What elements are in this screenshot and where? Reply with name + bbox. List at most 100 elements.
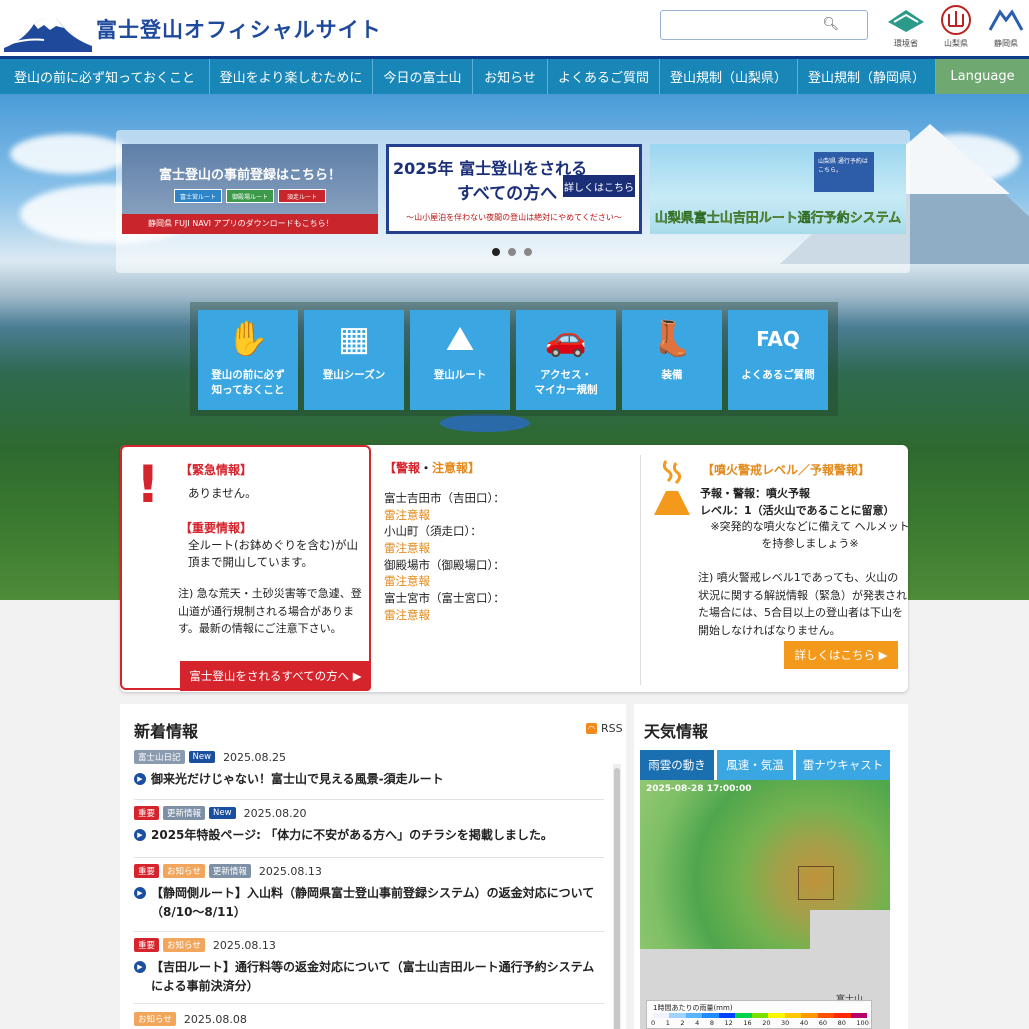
nav-item-before-climbing[interactable]: 登山の前に必ず知っておくこと (0, 59, 210, 94)
route-fujinomiya-button[interactable]: 富士宮ルート (174, 189, 222, 203)
fujinavi-app-bar[interactable]: 静岡県 FUJI NAVI アプリのダウンロードもこちら！ (122, 214, 378, 234)
tile-label: 装備 (661, 369, 683, 381)
legend-swatch (801, 1013, 818, 1018)
news-date: 2025.08.25 (223, 750, 287, 764)
search-icon[interactable]: 🔍︎ (822, 17, 839, 32)
banner-preregistration[interactable]: 富士登山の事前登録はこちら！ 富士宮ルート 御殿場ルート 須走ルート 静岡県 F… (122, 144, 378, 234)
carousel-dot-1[interactable] (492, 248, 500, 256)
language-button[interactable]: Language (936, 59, 1029, 94)
tile-season[interactable]: ▦ 登山シーズン (304, 310, 404, 410)
news-item[interactable]: お知らせ 2025.08.08 (134, 1012, 604, 1029)
warning-place: 富士宮市（富士宮口）： (384, 591, 505, 606)
tile-equipment[interactable]: 👢 装備 (622, 310, 722, 410)
tile-label: よくあるご質問 (741, 369, 815, 381)
tile-routes[interactable]: ⛰ 登山ルート (410, 310, 510, 410)
tile-faq[interactable]: FAQ よくあるご質問 (728, 310, 828, 410)
fuji-logo[interactable] (4, 10, 92, 52)
news-headline[interactable]: 【吉田ルート】通行料等の返金対応について（富士山吉田ルート通行予約システムによる… (151, 958, 604, 995)
main-nav: 登山の前に必ず知っておくこと 登山をより楽しむために 今日の富士山 お知らせ よ… (0, 56, 1029, 94)
calendar-icon: ▦ (337, 319, 371, 359)
carousel-dot-3[interactable] (524, 248, 532, 256)
legend-value: 1 (665, 1019, 670, 1027)
volcano-level: レベル：1（活火山であることに留意） (700, 504, 895, 517)
quick-links-panel: ✋ 登山の前に必ず 知っておくこと ▦ 登山シーズン ⛰ 登山ルート 🚗 アクセ… (190, 302, 838, 416)
news-scrollbar[interactable] (613, 764, 621, 1029)
divider (640, 455, 641, 685)
nav-item-faq[interactable]: よくあるご質問 (548, 59, 660, 94)
legend-value: 0 (651, 1019, 656, 1027)
scrollbar-thumb[interactable] (614, 768, 620, 1029)
nav-item-news[interactable]: お知らせ (473, 59, 548, 94)
nav-item-today[interactable]: 今日の富士山 (373, 59, 473, 94)
news-item[interactable]: 富士山日記 New 2025.08.25 ▶ 御来光だけじゃない！富士山で見える風… (134, 750, 604, 800)
legend-value: 30 (781, 1019, 790, 1027)
banner-all-climbers[interactable]: 2025年 富士登山をされる すべての方へ 詳しくはこちら ～山小屋泊を伴わない… (386, 144, 642, 234)
map-timestamp: 2025-08-28 17:00:00 (646, 784, 752, 794)
legend-value: 100 (856, 1019, 869, 1027)
nav-item-yamanashi-rules[interactable]: 登山規制（山梨県） (660, 59, 798, 94)
rain-radar-map[interactable]: 2025-08-28 17:00:00 富士山 1時間あたりの雨量(mm) 01… (640, 780, 890, 1029)
all-climbers-button[interactable]: 富士登山をされるすべての方へ ▶ (180, 661, 371, 691)
yamanashi-label: 山梨県 (944, 39, 968, 48)
important-text: 全ルート(お鉢めぐりを含む)が山頂まで開山しています。 (188, 538, 358, 570)
warnings-list: 富士吉田市（吉田口）： 雷注意報 小山町（須走口）： 雷注意報 御殿場市（御殿場… (384, 490, 634, 623)
banner-yoshida-reservation[interactable]: 山梨県 通行予約はこちら。 山梨県富士山吉田ルート通行予約システム (650, 144, 906, 234)
volcano-details-button[interactable]: 詳しくはこちら ▶ (784, 641, 898, 669)
banner-all-climbers-note: ～山小屋泊を伴わない夜間の登山は絶対にやめてください～ (406, 213, 622, 222)
news-date: 2025.08.20 (243, 806, 307, 820)
faq-icon: FAQ (756, 327, 800, 351)
tag-important: 重要 (134, 938, 160, 952)
news-headline[interactable]: 2025年特設ページ: 「体力に不安がある方へ」のチラシを掲載しました。 (151, 826, 553, 845)
tag-important: 重要 (134, 864, 160, 878)
news-item[interactable]: 重要 更新情報 New 2025.08.20 ▶ 2025年特設ページ: 「体力に… (134, 806, 604, 858)
rss-link[interactable]: ◠ RSS (586, 722, 623, 735)
banner-all-climbers-line2: すべての方へ (457, 184, 558, 204)
news-item[interactable]: 重要 お知らせ 2025.08.13 ▶ 【吉田ルート】通行料等の返金対応について… (134, 938, 604, 1004)
tab-rain-clouds[interactable]: 雨雲の動き (640, 750, 714, 780)
tag-update: 更新情報 (208, 864, 251, 878)
news-title: 新着情報 (134, 722, 199, 741)
tile-access[interactable]: 🚗 アクセス・ マイカー規制 (516, 310, 616, 410)
tab-thunder-nowcast[interactable]: 雷ナウキャスト (796, 750, 890, 780)
route-subashiri-button[interactable]: 須走ルート (278, 189, 326, 203)
tag-important: 重要 (134, 806, 160, 820)
banner-details-button[interactable]: 詳しくはこちら (563, 175, 635, 197)
warning-place: 御殿場市（御殿場口）： (384, 557, 505, 572)
tab-wind-temp[interactable]: 風速・気温 (717, 750, 793, 780)
legend-swatch (817, 1013, 835, 1018)
tag-update: 更新情報 (163, 806, 206, 820)
banner-preregistration-title: 富士登山の事前登録はこちら！ (158, 168, 341, 183)
yamanashi-logo[interactable]: 山梨県 (934, 4, 978, 50)
site-title[interactable]: 富士登山オフィシャルサイト (96, 14, 382, 44)
news-item[interactable]: 重要 お知らせ 更新情報 2025.08.13 ▶ 【静岡側ルート】入山料（静岡県… (134, 864, 604, 932)
legend-value: 20 (762, 1019, 771, 1027)
play-icon: ▶ (134, 773, 146, 785)
legend-value: 8 (709, 1019, 714, 1027)
nav-item-shizuoka-rules[interactable]: 登山規制（静岡県） (798, 59, 936, 94)
tile-label: 登山シーズン (322, 369, 386, 381)
shizuoka-logo[interactable]: 静岡県 (984, 4, 1028, 50)
car-icon: 🚗 (544, 319, 588, 359)
hat-boot-icon: 👢 (650, 319, 694, 359)
news-headline[interactable]: 御来光だけじゃない！富士山で見える風景-須走ルート (151, 770, 444, 789)
legend-color-scale (653, 1013, 868, 1018)
tile-label: アクセス・ マイカー規制 (534, 369, 598, 397)
banner-carousel: 富士登山の事前登録はこちら！ 富士宮ルート 御殿場ルート 須走ルート 静岡県 F… (116, 130, 910, 273)
legend-swatch (685, 1013, 703, 1018)
nav-item-enjoy[interactable]: 登山をより楽しむために (210, 59, 373, 94)
search-input[interactable]: 🔍︎ (660, 10, 868, 40)
env-ministry-logo[interactable]: 環境省 (884, 4, 928, 50)
tile-before-climbing[interactable]: ✋ 登山の前に必ず 知っておくこと (198, 310, 298, 410)
news-headline[interactable]: 【静岡側ルート】入山料（静岡県富士登山事前登録システム）の返金対応について（8/… (151, 884, 604, 921)
warning-place: 富士吉田市（吉田口）： (384, 491, 505, 505)
emergency-box: ! 【緊急情報】 ありません。 【重要情報】 全ルート(お鉢めぐりを含む)が山頂… (120, 445, 371, 691)
volcano-helmet-note: ※突発的な噴火などに備えて ヘルメットを持参しましょう※ (710, 520, 910, 550)
legend-swatch (718, 1013, 736, 1018)
legend-swatch (834, 1013, 851, 1018)
weather-section: 天気情報 雨雲の動き 風速・気温 雷ナウキャスト 2025-08-28 17:0… (634, 704, 908, 1029)
route-gotemba-button[interactable]: 御殿場ルート (226, 189, 274, 203)
carousel-dot-2[interactable] (508, 248, 516, 256)
map-focus-box (798, 866, 834, 900)
legend-values: 0 1 2 4 8 12 16 20 30 40 60 80 100 (651, 1019, 869, 1027)
volcano-forecast: 予報・警報：噴火予報 (700, 487, 810, 500)
